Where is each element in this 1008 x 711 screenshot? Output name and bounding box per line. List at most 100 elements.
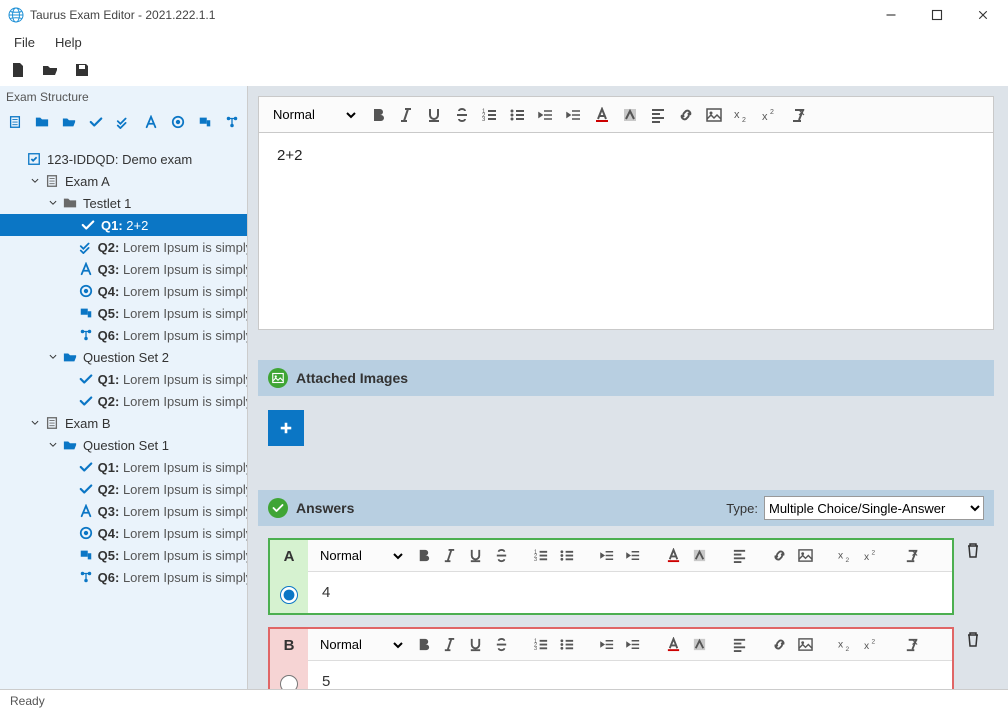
- tree-qc-5[interactable]: Q6: Lorem Ipsum is simply du: [0, 566, 247, 588]
- add-image-button[interactable]: [268, 410, 304, 446]
- underline-icon[interactable]: [466, 636, 484, 654]
- strike-icon[interactable]: [492, 547, 510, 565]
- image-icon[interactable]: [705, 106, 723, 124]
- menu-help[interactable]: Help: [47, 33, 90, 52]
- clear-format-icon[interactable]: [789, 106, 807, 124]
- caret-icon: [30, 176, 40, 186]
- image-icon[interactable]: [796, 547, 814, 565]
- tree-qa-3[interactable]: Q4: Lorem Ipsum is simply du: [0, 280, 247, 302]
- tree-testlet-1[interactable]: Testlet 1: [0, 192, 247, 214]
- outdent-icon[interactable]: [537, 106, 555, 124]
- close-button[interactable]: [960, 0, 1006, 30]
- ul-icon[interactable]: [558, 547, 576, 565]
- link-icon[interactable]: [770, 636, 788, 654]
- delete-answer-icon[interactable]: [962, 627, 984, 689]
- text-color-icon[interactable]: [593, 106, 611, 124]
- format-select[interactable]: Normal: [269, 103, 359, 127]
- answer-text[interactable]: 4: [308, 572, 952, 613]
- sup-icon[interactable]: [862, 636, 880, 654]
- tb-font-icon[interactable]: [142, 113, 159, 131]
- answer-format-select[interactable]: Normal: [316, 633, 406, 657]
- sub-icon[interactable]: [836, 547, 854, 565]
- align-icon[interactable]: [730, 636, 748, 654]
- bg-color-icon[interactable]: [621, 106, 639, 124]
- tb-page-icon[interactable]: [6, 113, 23, 131]
- ol-icon[interactable]: [532, 636, 550, 654]
- answer-radio-B[interactable]: [280, 675, 298, 689]
- tree-qa-4[interactable]: Q5: Lorem Ipsum is simply du: [0, 302, 247, 324]
- tb-target-icon[interactable]: [169, 113, 186, 131]
- bg-icon[interactable]: [690, 636, 708, 654]
- question-text[interactable]: 2+2: [259, 133, 993, 329]
- ol-icon[interactable]: [481, 106, 499, 124]
- italic-icon[interactable]: [440, 636, 458, 654]
- align-icon[interactable]: [649, 106, 667, 124]
- tree-qa-5[interactable]: Q6: Lorem Ipsum is simply du: [0, 324, 247, 346]
- underline-icon[interactable]: [466, 547, 484, 565]
- answer-text[interactable]: 5: [308, 661, 952, 689]
- underline-icon[interactable]: [425, 106, 443, 124]
- minimize-button[interactable]: [868, 0, 914, 30]
- clear-icon[interactable]: [902, 547, 920, 565]
- tb-flag-icon[interactable]: [197, 113, 214, 131]
- tree-qa-2[interactable]: Q3: Lorem Ipsum is simply du: [0, 258, 247, 280]
- color-icon[interactable]: [664, 547, 682, 565]
- menu-file[interactable]: File: [6, 33, 43, 52]
- sup-icon[interactable]: [862, 547, 880, 565]
- clear-icon[interactable]: [902, 636, 920, 654]
- indent-icon[interactable]: [624, 547, 642, 565]
- bold-icon[interactable]: [414, 636, 432, 654]
- tree-qa-0[interactable]: Q1: 2+2: [0, 214, 247, 236]
- tree-exam-a[interactable]: Exam A: [0, 170, 247, 192]
- link-icon[interactable]: [677, 106, 695, 124]
- strike-icon[interactable]: [492, 636, 510, 654]
- tb-check-icon[interactable]: [88, 113, 105, 131]
- tree-qset-1b[interactable]: Question Set 1: [0, 434, 247, 456]
- color-icon[interactable]: [664, 636, 682, 654]
- bg-icon[interactable]: [690, 547, 708, 565]
- tree-qc-1[interactable]: Q2: Lorem Ipsum is simply du: [0, 478, 247, 500]
- tree-qc-3[interactable]: Q4: Lorem Ipsum is simply du: [0, 522, 247, 544]
- outdent-icon[interactable]: [598, 636, 616, 654]
- italic-icon[interactable]: [397, 106, 415, 124]
- save-button[interactable]: [72, 60, 92, 80]
- new-button[interactable]: [8, 60, 28, 80]
- answer-row-A: A Normal 4: [268, 538, 984, 615]
- tb-folder-open-icon[interactable]: [60, 113, 77, 131]
- ul-icon[interactable]: [558, 636, 576, 654]
- link-icon[interactable]: [770, 547, 788, 565]
- exam-tree[interactable]: 123-IDDQD: Demo exam Exam A Testlet 1 Q1…: [0, 136, 247, 689]
- delete-answer-icon[interactable]: [962, 538, 984, 615]
- strike-icon[interactable]: [453, 106, 471, 124]
- tree-qb-1[interactable]: Q2: Lorem Ipsum is simply du: [0, 390, 247, 412]
- tree-qc-0[interactable]: Q1: Lorem Ipsum is simply du: [0, 456, 247, 478]
- italic-icon[interactable]: [440, 547, 458, 565]
- sub-icon[interactable]: [836, 636, 854, 654]
- outdent-icon[interactable]: [598, 547, 616, 565]
- tree-qset-2[interactable]: Question Set 2: [0, 346, 247, 368]
- indent-icon[interactable]: [624, 636, 642, 654]
- tree-qc-2[interactable]: Q3: Lorem Ipsum is simply du: [0, 500, 247, 522]
- answer-radio-A[interactable]: [280, 586, 298, 604]
- tb-check2-icon[interactable]: [115, 113, 132, 131]
- bold-icon[interactable]: [369, 106, 387, 124]
- image-icon[interactable]: [796, 636, 814, 654]
- bold-icon[interactable]: [414, 547, 432, 565]
- tree-root[interactable]: 123-IDDQD: Demo exam: [0, 148, 247, 170]
- tb-flow-icon[interactable]: [224, 113, 241, 131]
- subscript-icon[interactable]: [733, 106, 751, 124]
- open-button[interactable]: [40, 60, 60, 80]
- tree-exam-b[interactable]: Exam B: [0, 412, 247, 434]
- tree-qa-1[interactable]: Q2: Lorem Ipsum is simply du: [0, 236, 247, 258]
- superscript-icon[interactable]: [761, 106, 779, 124]
- tree-qc-4[interactable]: Q5: Lorem Ipsum is simply du: [0, 544, 247, 566]
- tree-qb-0[interactable]: Q1: Lorem Ipsum is simply du: [0, 368, 247, 390]
- answer-format-select[interactable]: Normal: [316, 544, 406, 568]
- ol-icon[interactable]: [532, 547, 550, 565]
- indent-icon[interactable]: [565, 106, 583, 124]
- align-icon[interactable]: [730, 547, 748, 565]
- answer-type-select[interactable]: Multiple Choice/Single-Answer: [764, 496, 984, 520]
- tb-folder-icon[interactable]: [33, 113, 50, 131]
- maximize-button[interactable]: [914, 0, 960, 30]
- ul-icon[interactable]: [509, 106, 527, 124]
